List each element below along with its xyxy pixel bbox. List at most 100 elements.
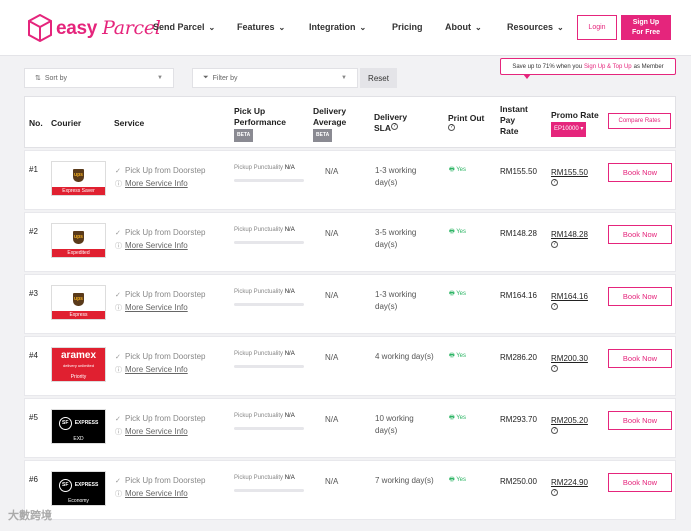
sort-dropdown[interactable]: ⇅ Sort by ▼	[24, 68, 174, 88]
punctuality-bar	[234, 365, 304, 368]
printer-icon: 🖶	[449, 229, 455, 235]
col-print-out: Print Out ?	[448, 113, 485, 131]
punctuality-bar	[234, 427, 304, 430]
help-icon[interactable]: ?	[551, 365, 558, 372]
caret-down-icon: ▼	[157, 75, 163, 81]
punctuality-bar	[234, 241, 304, 244]
filter-icon: ⏷	[203, 74, 209, 81]
punctuality-bar	[234, 303, 304, 306]
help-icon[interactable]: ?	[448, 124, 455, 131]
compare-rates-button[interactable]: Compare Rates	[608, 113, 671, 129]
courier-logo: aramex delivery unlimited Priority	[51, 347, 106, 382]
print-out-status: 🖶 Yes	[449, 229, 467, 235]
book-now-button[interactable]: Book Now	[608, 411, 672, 430]
print-out-status: 🖶 Yes	[449, 353, 467, 359]
courier-logo: SF EXPRESS EXD	[51, 409, 106, 444]
table-row: #5 SF EXPRESS EXD ✓ Pick Up from Doorstep ⓘ Mor…	[24, 398, 676, 458]
col-delivery-sla: Delivery SLA?	[374, 112, 408, 133]
book-now-button[interactable]: Book Now	[608, 163, 672, 182]
chevron-down-icon: ⌄	[359, 22, 367, 32]
sort-label: Sort by	[44, 74, 68, 82]
book-now-button[interactable]: Book Now	[608, 225, 672, 244]
more-service-info-link[interactable]: More Service Info	[125, 179, 188, 188]
more-service-info-link[interactable]: More Service Info	[125, 489, 188, 498]
instant-pay-rate: RM293.70	[500, 415, 537, 424]
row-number: #4	[29, 351, 38, 360]
pickup-punctuality: Pickup Punctuality N/A	[234, 413, 295, 419]
sf-express-logo: SF EXPRESS	[52, 472, 105, 498]
nav-send-parcel[interactable]: Send Parcel ⌄	[153, 22, 215, 32]
print-out-status: 🖶 Yes	[449, 477, 467, 483]
pickup-punctuality: Pickup Punctuality N/A	[234, 351, 295, 357]
check-icon: ✓	[115, 354, 121, 361]
check-icon: ✓	[115, 478, 121, 485]
nav-pricing[interactable]: Pricing	[392, 22, 423, 32]
top-header: easy Parcel Send Parcel ⌄ Features ⌄ Integ…	[0, 0, 691, 56]
service-info: ✓ Pick Up from Doorstep ⓘ More Service Info	[115, 227, 205, 253]
filter-dropdown[interactable]: ⏷ Filter by ▼	[192, 68, 358, 88]
delivery-sla-value: 4 working day(s)	[375, 352, 434, 361]
help-icon[interactable]: ?	[551, 241, 558, 248]
book-now-button[interactable]: Book Now	[608, 287, 672, 306]
delivery-sla-value: 10 working day(s)	[375, 414, 414, 435]
printer-icon: 🖶	[449, 353, 455, 359]
more-service-info-link[interactable]: More Service Info	[125, 303, 188, 312]
pickup-punctuality: Pickup Punctuality N/A	[234, 289, 295, 295]
promo-rate: RM205.20?	[551, 416, 588, 434]
sort-icon: ⇅	[35, 75, 41, 82]
logo-text: easy Parcel	[56, 16, 161, 39]
help-icon[interactable]: ?	[551, 303, 558, 310]
caret-down-icon: ▼	[341, 75, 347, 81]
delivery-average-value: N/A	[325, 229, 339, 238]
instant-pay-rate: RM155.50	[500, 167, 537, 176]
promo-code-select[interactable]: EP10000 ▾	[551, 122, 587, 137]
info-icon: ⓘ	[115, 243, 122, 250]
ups-shield-icon: ups	[73, 168, 84, 182]
promo-rate: RM155.50?	[551, 168, 588, 186]
member-savings-tooltip: Save up to 71% when you Sign Up & Top Up…	[500, 58, 676, 79]
info-icon: ⓘ	[115, 305, 122, 312]
chevron-down-icon: ⌄	[278, 22, 286, 32]
service-type-label: Priority	[52, 373, 105, 381]
table-row: #4 aramex delivery unlimited Priority ✓ Pick …	[24, 336, 676, 396]
login-button[interactable]: Login	[577, 15, 617, 40]
more-service-info-link[interactable]: More Service Info	[125, 241, 188, 250]
promo-rate: RM148.28?	[551, 230, 588, 248]
instant-pay-rate: RM148.28	[500, 229, 537, 238]
book-now-button[interactable]: Book Now	[608, 473, 672, 492]
more-service-info-link[interactable]: More Service Info	[125, 427, 188, 436]
more-service-info-link[interactable]: More Service Info	[125, 365, 188, 374]
table-header: No. Courier Service Pick Up Performance …	[24, 96, 676, 148]
info-icon: ⓘ	[115, 491, 122, 498]
promo-rate: RM200.30?	[551, 354, 588, 372]
table-row: #2 ups Expedited ✓ Pick Up from Doorstep ⓘ Mor…	[24, 212, 676, 272]
nav-resources[interactable]: Resources ⌄	[507, 22, 564, 32]
easyparcel-logo[interactable]: easy Parcel	[28, 14, 161, 42]
pickup-punctuality: Pickup Punctuality N/A	[234, 227, 295, 233]
courier-logo: ups Express Saver	[51, 161, 106, 196]
instant-pay-rate: RM286.20	[500, 353, 537, 362]
print-out-status: 🖶 Yes	[449, 167, 467, 173]
row-number: #6	[29, 475, 38, 484]
delivery-average-value: N/A	[325, 291, 339, 300]
service-type-label: Economy	[52, 497, 105, 505]
reset-button[interactable]: Reset	[360, 68, 397, 88]
help-icon[interactable]: ?	[391, 123, 398, 130]
service-info: ✓ Pick Up from Doorstep ⓘ More Service Info	[115, 475, 205, 501]
help-icon[interactable]: ?	[551, 427, 558, 434]
info-icon: ⓘ	[115, 367, 122, 374]
pickup-punctuality: Pickup Punctuality N/A	[234, 165, 295, 171]
help-icon[interactable]: ?	[551, 489, 558, 496]
watermark-text: 大數跨境	[8, 510, 52, 522]
nav-integration[interactable]: Integration ⌄	[309, 22, 366, 32]
row-number: #2	[29, 227, 38, 236]
signup-topup-link[interactable]: Sign Up & Top Up	[584, 64, 632, 70]
nav-about[interactable]: About ⌄	[445, 22, 482, 32]
signup-button[interactable]: Sign Up For Free	[621, 15, 671, 40]
help-icon[interactable]: ?	[551, 179, 558, 186]
punctuality-bar	[234, 489, 304, 492]
book-now-button[interactable]: Book Now	[608, 349, 672, 368]
nav-features[interactable]: Features ⌄	[237, 22, 285, 32]
beta-badge: BETA	[313, 129, 333, 142]
delivery-average-value: N/A	[325, 353, 339, 362]
